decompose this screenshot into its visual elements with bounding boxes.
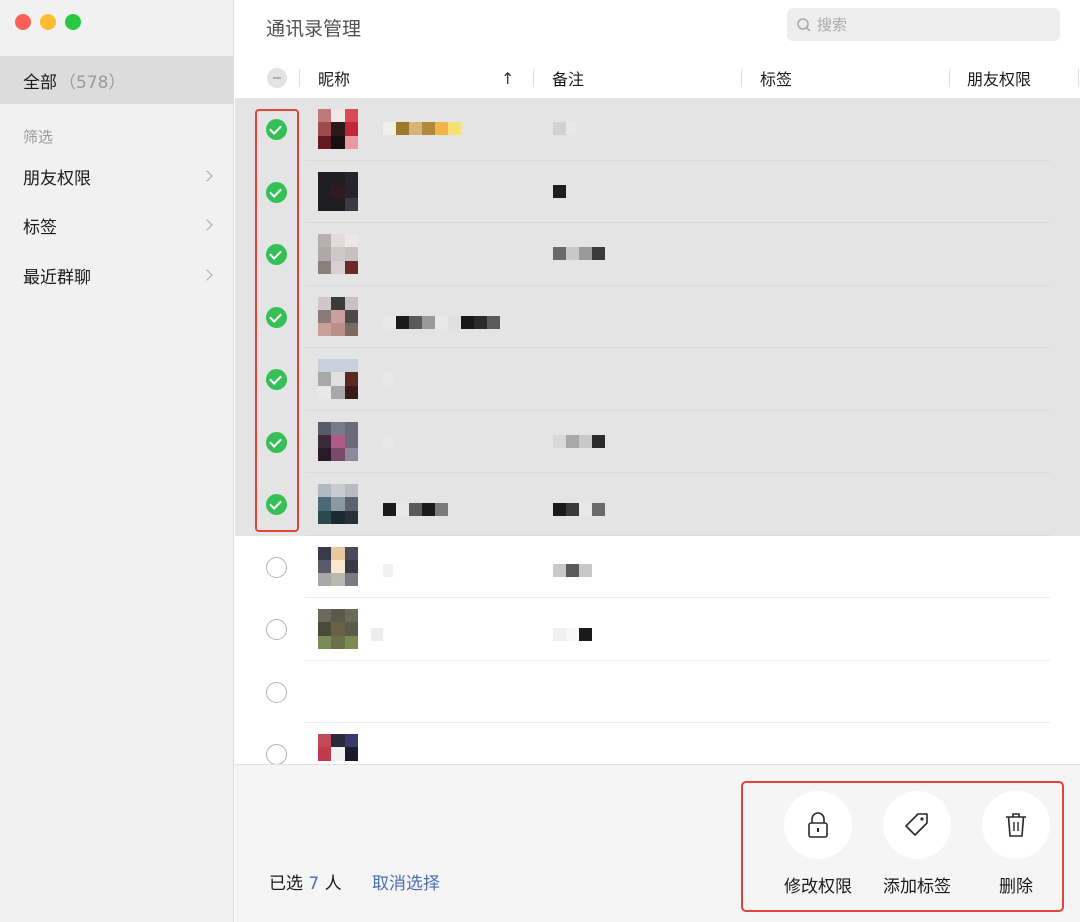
- chevron-right-icon: [201, 269, 213, 281]
- table-header: 昵称 ↑ 备注 标签 朋友权限: [235, 58, 1080, 98]
- search-input[interactable]: 搜索: [787, 8, 1060, 41]
- table-row[interactable]: [235, 223, 1080, 286]
- search-placeholder: 搜索: [817, 16, 848, 34]
- selected-suffix: 人: [324, 874, 342, 894]
- delete-label: 删除: [999, 877, 1033, 897]
- contact-count: （578）: [59, 72, 126, 93]
- chevron-right-icon: [201, 170, 213, 182]
- maximize-window-button[interactable]: [65, 14, 81, 30]
- column-remark[interactable]: 备注: [552, 58, 584, 98]
- row-checkbox[interactable]: [266, 619, 287, 640]
- sidebar-item-tags[interactable]: 标签: [0, 205, 233, 245]
- table-row[interactable]: [235, 98, 1080, 161]
- column-friend-permission[interactable]: 朋友权限: [967, 58, 1031, 98]
- sidebar-item-all[interactable]: 全部 （578）: [0, 56, 233, 104]
- edit-permission-button[interactable]: 修改权限: [773, 791, 863, 897]
- table-row[interactable]: [235, 348, 1080, 411]
- sidebar-item-label: 最近群聊: [23, 267, 91, 288]
- remark-text: [553, 503, 605, 516]
- avatar: [318, 609, 358, 649]
- sidebar-item-label: 朋友权限: [23, 168, 91, 189]
- sidebar: 全部 （578） 筛选 朋友权限 标签 最近群聊: [0, 0, 234, 922]
- table-row[interactable]: [235, 285, 1080, 348]
- tag-icon: [883, 791, 951, 859]
- selected-prefix: 已选: [269, 874, 303, 894]
- nickname-text: [383, 503, 448, 516]
- remark-text: [553, 628, 592, 641]
- avatar: [318, 171, 358, 212]
- remark-text: [553, 184, 566, 198]
- table-row[interactable]: [235, 661, 1080, 723]
- close-window-button[interactable]: [15, 14, 31, 30]
- table-row[interactable]: [235, 723, 1080, 764]
- chevron-right-icon: [201, 219, 213, 231]
- nickname-text: [383, 434, 393, 448]
- remark-text: [553, 122, 576, 135]
- cancel-selection-link[interactable]: 取消选择: [372, 869, 440, 894]
- minimize-window-button[interactable]: [40, 14, 56, 30]
- avatar: [318, 484, 358, 524]
- sidebar-item-all-label: 全部: [23, 72, 57, 93]
- avatar: [318, 734, 358, 764]
- table-row[interactable]: [235, 598, 1080, 661]
- avatar: [318, 234, 358, 274]
- main-panel: 通讯录管理 搜索 昵称 ↑ 备注 标签 朋友权限 已选 7 人 取消选择 修改权…: [235, 0, 1080, 922]
- page-title: 通讯录管理: [266, 18, 362, 40]
- row-checkbox[interactable]: [266, 744, 287, 764]
- sidebar-item-friend-permission[interactable]: 朋友权限: [0, 156, 233, 196]
- nickname-text: [383, 315, 500, 329]
- table-row[interactable]: [235, 473, 1080, 536]
- filter-heading: 筛选: [23, 128, 54, 146]
- row-checkbox[interactable]: [266, 681, 287, 703]
- avatar: [318, 421, 358, 462]
- edit-permission-label: 修改权限: [784, 877, 852, 897]
- sidebar-item-recent-groups[interactable]: 最近群聊: [0, 255, 233, 295]
- nickname-text: [383, 563, 393, 577]
- avatar: [318, 296, 358, 337]
- column-nickname[interactable]: 昵称: [318, 58, 350, 98]
- remark-text: [553, 247, 605, 260]
- lock-icon: [784, 791, 852, 859]
- table-row[interactable]: [235, 536, 1080, 598]
- action-bar: 已选 7 人 取消选择 修改权限 添加标签 删除: [235, 764, 1080, 922]
- trash-icon: [982, 791, 1050, 859]
- delete-button[interactable]: 删除: [971, 791, 1061, 897]
- contact-list: [235, 98, 1080, 764]
- checkbox-highlight-box: [255, 109, 299, 532]
- avatar: [318, 546, 358, 587]
- avatar: [318, 109, 358, 149]
- column-tags[interactable]: 标签: [760, 58, 792, 98]
- nickname-text: [371, 628, 383, 641]
- sort-arrow-icon[interactable]: ↑: [501, 58, 514, 98]
- selected-count: 7: [308, 874, 320, 894]
- sidebar-item-label: 标签: [23, 217, 57, 238]
- nickname-text: [383, 372, 393, 385]
- window-controls: [15, 14, 81, 30]
- search-icon: [797, 17, 811, 32]
- remark-text: [553, 563, 592, 577]
- avatar: [318, 359, 358, 399]
- select-all-checkbox[interactable]: [267, 68, 287, 88]
- selected-count-text: 已选 7 人: [269, 869, 342, 894]
- table-row[interactable]: [235, 160, 1080, 223]
- remark-text: [553, 434, 605, 448]
- nickname-text: [383, 122, 461, 135]
- table-row[interactable]: [235, 410, 1080, 473]
- add-tag-button[interactable]: 添加标签: [872, 791, 962, 897]
- row-checkbox[interactable]: [266, 556, 287, 578]
- add-tag-label: 添加标签: [883, 877, 951, 897]
